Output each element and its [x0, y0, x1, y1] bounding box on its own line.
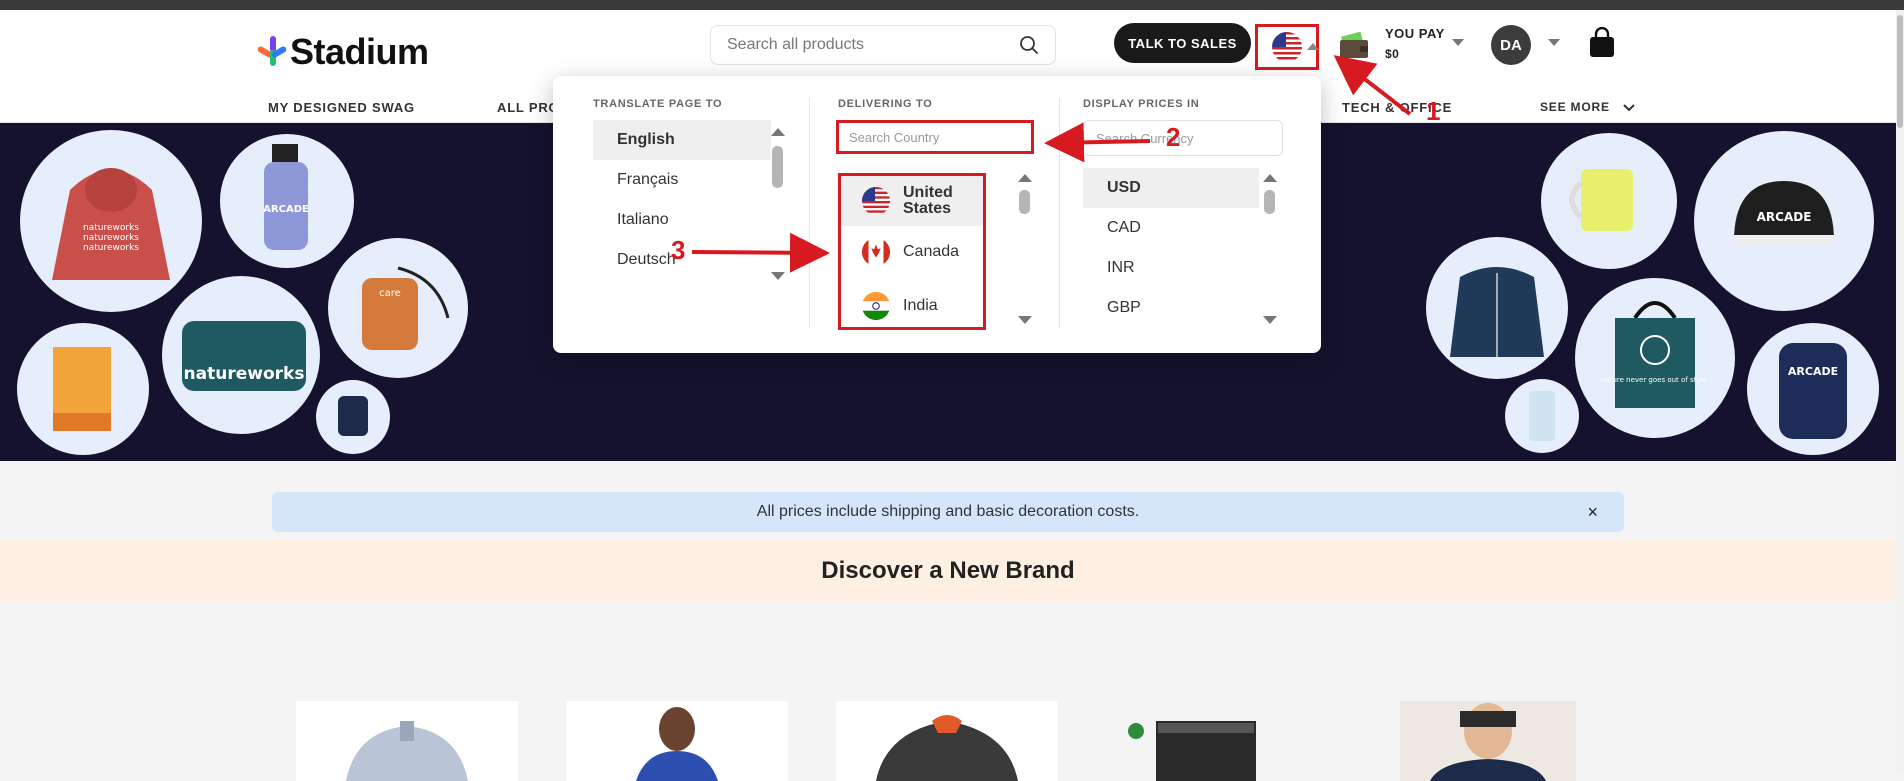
- currency-option-gbp[interactable]: GBP: [1083, 288, 1259, 328]
- country-option-india[interactable]: India: [841, 286, 983, 326]
- language-option-english[interactable]: English: [593, 120, 771, 160]
- arcade-bottle-text: ARCADE: [263, 204, 309, 215]
- tumbler-product-bubble: [316, 380, 390, 454]
- nav-see-more[interactable]: SEE MORE: [1540, 100, 1636, 114]
- browser-top-bar: [0, 0, 1904, 10]
- product-search-bar[interactable]: [710, 25, 1056, 65]
- scrollbar-thumb[interactable]: [1897, 15, 1903, 128]
- currency-search-input[interactable]: Search Currency: [1083, 120, 1283, 156]
- tote-slogan-text: nature never goes out of style.: [1601, 376, 1709, 384]
- svg-text:natureworks: natureworks: [83, 233, 139, 243]
- user-avatar[interactable]: DA: [1491, 25, 1531, 65]
- us-flag-icon: [861, 186, 891, 216]
- us-flag-icon: [1272, 32, 1302, 62]
- product-card[interactable]: [566, 701, 788, 781]
- zip-hoodie-product-bubble: [1426, 237, 1568, 379]
- delivering-column-title: DELIVERING TO: [838, 98, 933, 110]
- wallet-icon: [1340, 31, 1368, 58]
- close-icon[interactable]: ×: [1587, 502, 1598, 523]
- language-scrollbar[interactable]: [771, 128, 785, 280]
- product-card[interactable]: [296, 701, 518, 781]
- annotation-label-3: 3: [671, 235, 686, 265]
- search-input[interactable]: [727, 36, 1019, 54]
- currency-option-cad[interactable]: CAD: [1083, 208, 1259, 248]
- product-card[interactable]: [1400, 701, 1576, 781]
- svg-text:natureworks: natureworks: [83, 243, 139, 253]
- mug-product-bubble: [1541, 133, 1677, 269]
- search-icon[interactable]: [1019, 35, 1039, 55]
- annotation-label-1: 1: [1426, 96, 1441, 126]
- locale-dropdown-panel: TRANSLATE PAGE TO English Français Itali…: [553, 76, 1321, 353]
- notice-text: All prices include shipping and basic de…: [756, 503, 1140, 520]
- language-option-italiano[interactable]: Italiano: [593, 200, 771, 240]
- backpack-product-bubble: ARCADE: [1747, 323, 1879, 455]
- cap-product-bubble: ARCADE: [1694, 131, 1874, 311]
- shipping-notice-banner: All prices include shipping and basic de…: [272, 492, 1624, 532]
- product-grid: [0, 601, 1896, 781]
- talk-to-sales-button[interactable]: TALK TO SALES: [1114, 23, 1251, 63]
- country-option-canada[interactable]: Canada: [841, 232, 983, 272]
- country-name: United States: [903, 184, 953, 217]
- svg-text:ARCADE: ARCADE: [1757, 210, 1812, 224]
- country-search-input[interactable]: Search Country: [836, 120, 1034, 154]
- you-pay-label: YOU PAY: [1385, 26, 1445, 41]
- translate-column-title: TRANSLATE PAGE TO: [593, 98, 723, 110]
- discover-brand-section: Discover a New Brand: [0, 540, 1896, 601]
- scroll-down-arrow-icon[interactable]: [1018, 316, 1032, 324]
- svg-text:ARCADE: ARCADE: [1788, 365, 1838, 378]
- scroll-down-arrow-icon[interactable]: [1263, 316, 1277, 324]
- language-option-francais[interactable]: Français: [593, 160, 771, 200]
- chevron-down-icon: [1623, 104, 1635, 112]
- bottle-product-bubble: ARCADE: [220, 134, 354, 268]
- india-flag-icon: [861, 291, 891, 321]
- canada-flag-icon: [861, 237, 891, 267]
- currency-option-inr[interactable]: INR: [1083, 248, 1259, 288]
- you-pay-value: $0: [1385, 47, 1400, 61]
- notebook-product-bubble: [17, 323, 149, 455]
- logo-mark-icon: [256, 36, 288, 68]
- phone-case-product-bubble: natureworks: [162, 276, 320, 434]
- page-scrollbar[interactable]: [1896, 10, 1904, 773]
- crossbody-bag-product-bubble: care: [328, 238, 468, 378]
- see-more-label: SEE MORE: [1540, 100, 1610, 114]
- currency-scrollbar[interactable]: [1263, 174, 1277, 324]
- you-pay-chevron-down-icon[interactable]: [1452, 39, 1464, 46]
- nav-all-products[interactable]: ALL PRO: [497, 100, 559, 115]
- country-name: Canada: [903, 243, 960, 260]
- tumbler-right-product-bubble: [1505, 379, 1579, 453]
- flag-caret-up-icon[interactable]: [1307, 43, 1319, 50]
- column-divider: [809, 98, 810, 328]
- country-list: United States Canada India: [838, 173, 986, 330]
- care-bag-text: care: [379, 288, 401, 299]
- scrollbar-thumb[interactable]: [772, 146, 783, 188]
- prices-column-title: DISPLAY PRICES IN: [1083, 98, 1200, 110]
- product-card[interactable]: [836, 701, 1058, 781]
- stadium-logo[interactable]: Stadium: [256, 30, 429, 74]
- tote-bag-product-bubble: nature never goes out of style.: [1575, 278, 1735, 438]
- logo-text: Stadium: [290, 31, 429, 72]
- hoodie-product-bubble: natureworks natureworks natureworks: [20, 130, 202, 312]
- nav-my-designed-swag[interactable]: MY DESIGNED SWAG: [268, 100, 415, 115]
- scroll-down-arrow-icon[interactable]: [771, 272, 785, 280]
- you-pay-display[interactable]: YOU PAY $0: [1385, 24, 1445, 64]
- scroll-up-arrow-icon[interactable]: [1263, 174, 1277, 182]
- scrollbar-thumb[interactable]: [1264, 190, 1275, 214]
- scrollbar-thumb[interactable]: [1019, 190, 1030, 214]
- account-chevron-down-icon[interactable]: [1548, 39, 1560, 46]
- scroll-up-arrow-icon[interactable]: [1018, 174, 1032, 182]
- country-option-united-states[interactable]: United States: [841, 176, 983, 226]
- natureworks-case-text: natureworks: [184, 364, 305, 384]
- country-name: India: [903, 297, 938, 314]
- shopping-bag-icon[interactable]: [1588, 27, 1616, 59]
- column-divider: [1059, 98, 1060, 328]
- country-scrollbar[interactable]: [1018, 174, 1032, 324]
- annotation-label-2: 2: [1166, 122, 1181, 152]
- product-card[interactable]: [1106, 701, 1328, 781]
- currency-option-usd[interactable]: USD: [1083, 168, 1259, 208]
- svg-text:natureworks: natureworks: [83, 223, 139, 233]
- scroll-up-arrow-icon[interactable]: [771, 128, 785, 136]
- section-title: Discover a New Brand: [821, 556, 1075, 584]
